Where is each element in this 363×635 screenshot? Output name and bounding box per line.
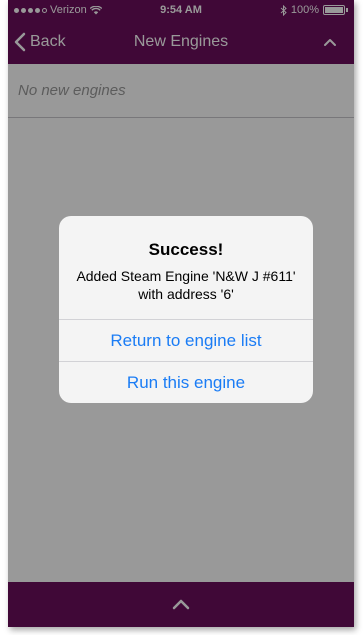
alert-message: Added Steam Engine 'N&W J #611' with add…	[76, 268, 296, 302]
phone-screen: Verizon 9:54 AM 100% Back New Engines No…	[8, 0, 354, 627]
success-alert: Success! Added Steam Engine 'N&W J #611'…	[59, 216, 313, 403]
return-to-engine-list-button[interactable]: Return to engine list	[59, 319, 313, 361]
run-this-engine-button[interactable]: Run this engine	[59, 361, 313, 403]
alert-title: Success!	[148, 240, 224, 259]
alert-body: Success! Added Steam Engine 'N&W J #611'…	[59, 216, 313, 319]
